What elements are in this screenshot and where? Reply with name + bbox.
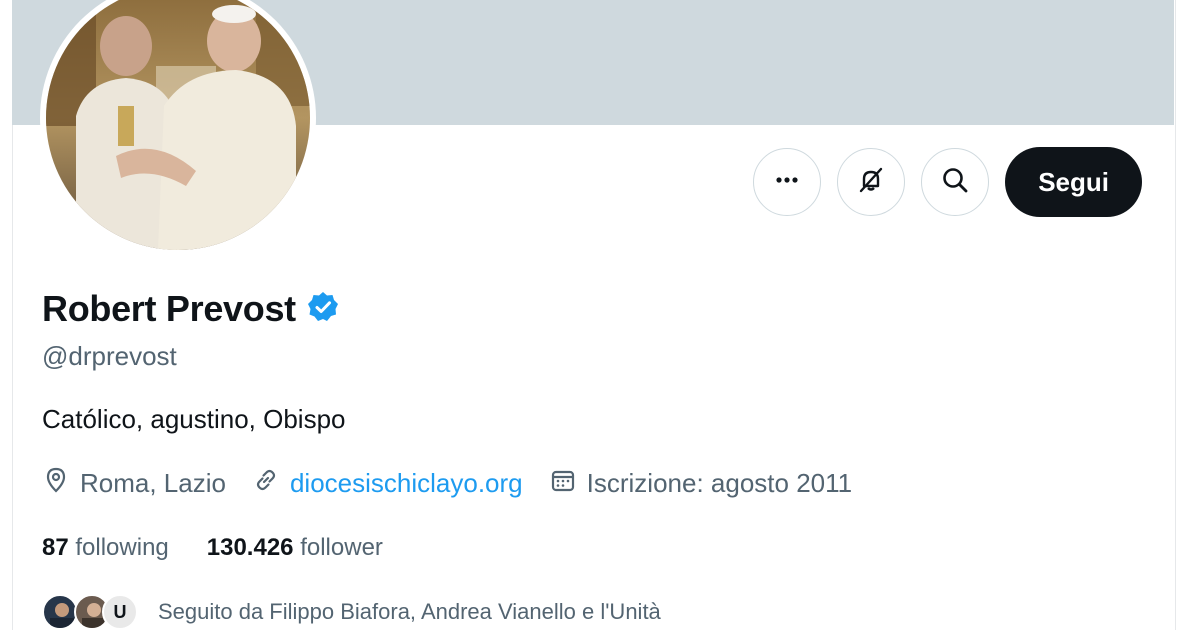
following-label: following	[75, 534, 169, 561]
followers-stat[interactable]: 130.426 follower	[207, 534, 383, 562]
profile-bio: Católico, agustino, Obispo	[42, 404, 346, 434]
avatar	[42, 594, 78, 630]
website-item: diocesischiclayo.org	[252, 466, 523, 501]
follow-button[interactable]: Segui	[1005, 147, 1142, 217]
profile-actions: Segui	[753, 147, 1142, 217]
location-icon	[42, 466, 80, 501]
profile-name: Robert Prevost	[42, 288, 296, 329]
profile-handle: @drprevost	[42, 341, 177, 371]
following-count: 87	[42, 534, 69, 561]
followers-label: follower	[300, 534, 383, 561]
joined-item: Iscrizione: agosto 2011	[549, 466, 852, 501]
more-button[interactable]	[753, 148, 822, 216]
profile-meta: Roma, Lazio diocesischiclayo.org Iscrizi…	[42, 466, 878, 501]
notifications-button[interactable]	[837, 148, 906, 216]
avatar-photo	[46, 0, 310, 250]
profile-stats: 87 following 130.426 follower	[42, 534, 421, 562]
joined-text: Iscrizione: agosto 2011	[586, 468, 853, 498]
avatar-initial: U	[113, 601, 127, 622]
location-item: Roma, Lazio	[42, 466, 226, 501]
followers-count: 130.426	[206, 534, 294, 561]
search-icon	[940, 165, 970, 200]
following-stat[interactable]: 87 following	[42, 534, 169, 562]
more-icon	[773, 166, 801, 199]
website-link[interactable]: diocesischiclayo.org	[290, 468, 523, 499]
followed-by-row[interactable]: U Seguito da Filippo Biafora, Andrea Via…	[42, 594, 661, 630]
link-icon	[252, 466, 290, 501]
calendar-icon	[549, 466, 587, 501]
profile-name-row: Robert Prevost	[42, 288, 340, 330]
avatar: U	[102, 594, 138, 630]
notifications-off-icon	[855, 164, 887, 201]
verified-badge-icon[interactable]	[306, 290, 340, 329]
followed-by-avatars: U	[42, 594, 142, 630]
search-button[interactable]	[921, 148, 990, 216]
followed-by-text: Seguito da Filippo Biafora, Andrea Viane…	[158, 599, 661, 624]
location-text: Roma, Lazio	[80, 468, 226, 498]
